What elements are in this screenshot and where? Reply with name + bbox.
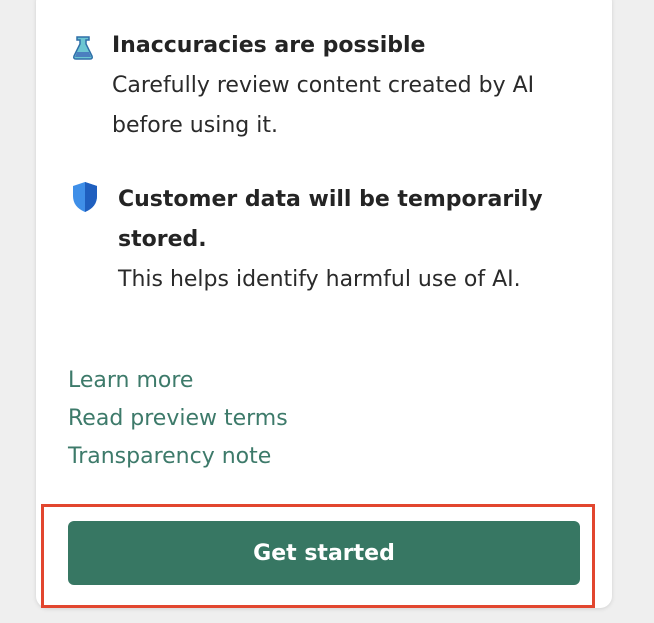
shield-icon xyxy=(70,180,100,212)
read-preview-terms-link[interactable]: Read preview terms xyxy=(68,400,288,438)
notice-title: Customer data will be temporarily stored… xyxy=(118,187,543,252)
notice-title: Inaccuracies are possible xyxy=(112,33,426,58)
beaker-icon xyxy=(68,32,98,62)
page: Inaccuracies are possible Carefully revi… xyxy=(0,0,654,623)
get-started-button[interactable]: Get started xyxy=(68,521,580,585)
learn-more-link[interactable]: Learn more xyxy=(68,362,288,400)
notice-body: Carefully review content created by AI b… xyxy=(112,73,535,138)
right-edge xyxy=(636,0,654,623)
transparency-note-link[interactable]: Transparency note xyxy=(68,438,288,476)
links-list: Learn more Read preview terms Transparen… xyxy=(68,362,288,476)
notice-inaccuracies: Inaccuracies are possible Carefully revi… xyxy=(68,30,582,146)
notice-body: This helps identify harmful use of AI. xyxy=(118,267,521,292)
notice-customer-data: Customer data will be temporarily stored… xyxy=(70,180,588,300)
